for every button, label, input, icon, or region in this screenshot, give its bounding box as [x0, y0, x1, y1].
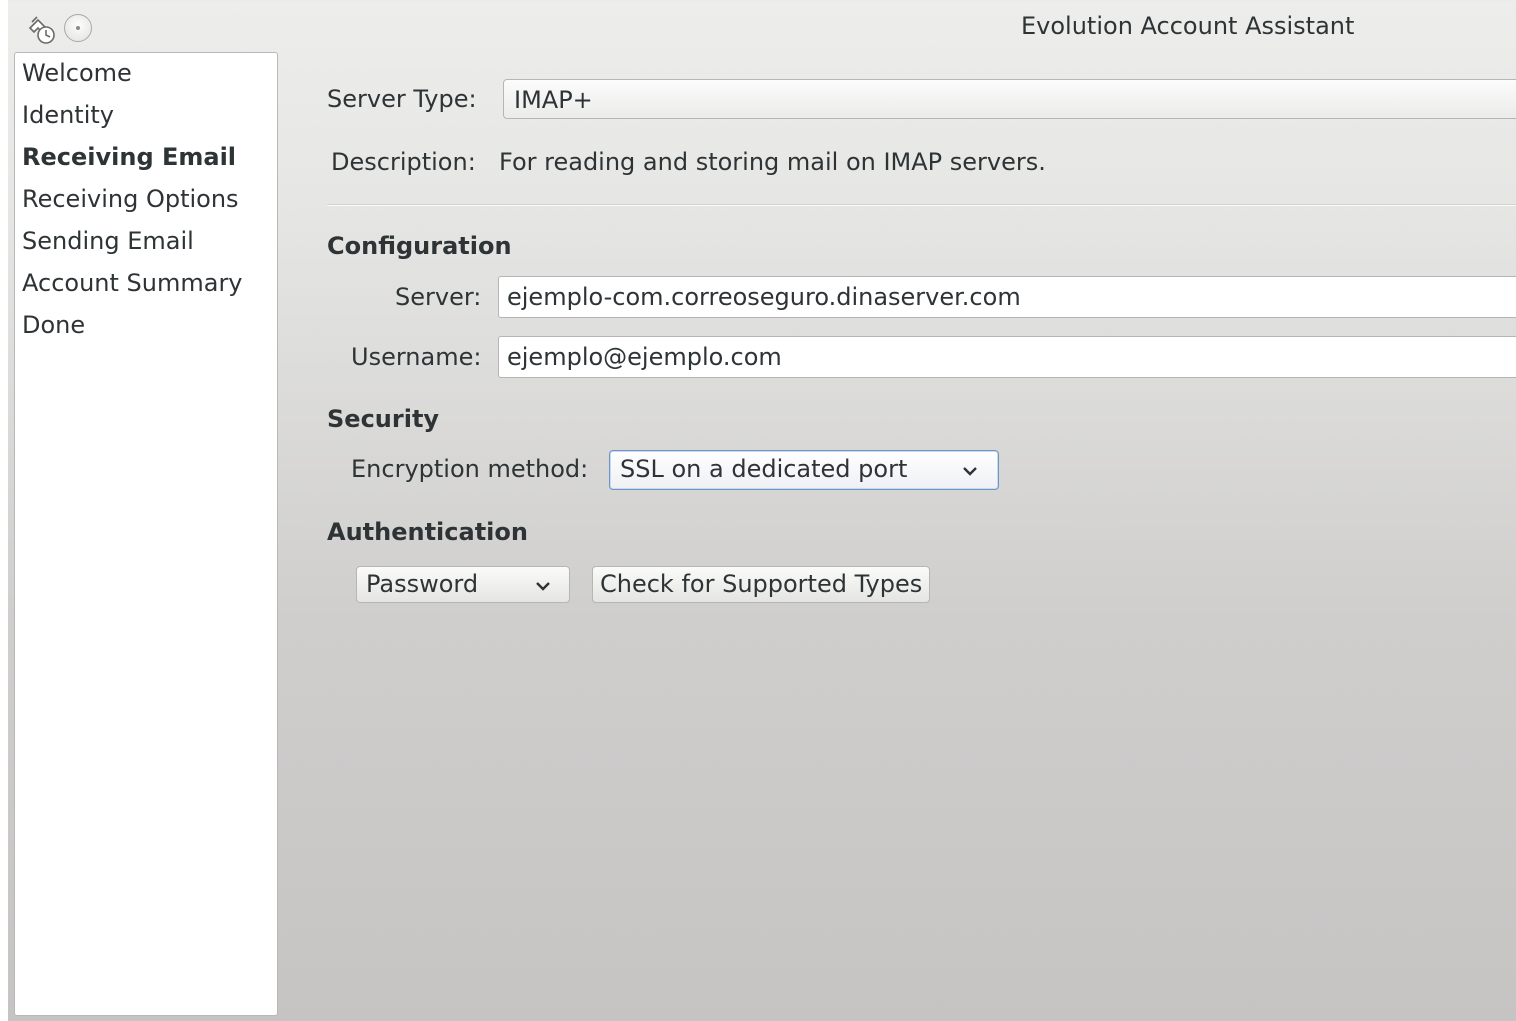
section-separator	[327, 204, 1516, 206]
window-left-edge	[0, 0, 8, 1021]
username-input[interactable]	[507, 342, 1507, 372]
chevron-down-icon	[963, 467, 977, 476]
window-title: Evolution Account Assistant	[1021, 12, 1355, 40]
server-type-value: IMAP+	[514, 86, 593, 114]
server-label: Server:	[395, 283, 482, 311]
step-identity: Identity	[22, 101, 114, 129]
window-menu-dot-icon[interactable]	[64, 14, 92, 42]
description-label: Description:	[331, 148, 476, 176]
titlebar: Evolution Account Assistant	[8, 0, 1516, 56]
server-type-label: Server Type:	[327, 85, 477, 113]
step-welcome: Welcome	[22, 59, 132, 87]
server-type-select[interactable]: IMAP+	[503, 79, 1516, 119]
security-heading: Security	[327, 405, 440, 433]
configuration-heading: Configuration	[327, 232, 512, 260]
step-sending-email: Sending Email	[22, 227, 194, 255]
server-input[interactable]	[507, 282, 1507, 312]
username-label: Username:	[351, 343, 482, 371]
encryption-method-dropdown[interactable]: SSL on a dedicated port	[609, 450, 999, 490]
username-field[interactable]	[498, 336, 1516, 378]
authentication-method-value: Password	[366, 570, 479, 598]
step-receiving-email: Receiving Email	[22, 143, 237, 171]
check-supported-types-button[interactable]: Check for Supported Types	[592, 566, 930, 603]
encryption-method-label: Encryption method:	[351, 455, 589, 483]
step-receiving-options: Receiving Options	[22, 185, 239, 213]
assistant-steps-sidebar: Welcome Identity Receiving Email Receivi…	[14, 52, 278, 1016]
chevron-down-icon	[536, 582, 550, 591]
step-account-summary: Account Summary	[22, 269, 243, 297]
encryption-method-value: SSL on a dedicated port	[620, 455, 908, 483]
authentication-method-dropdown[interactable]: Password	[356, 566, 570, 603]
step-done: Done	[22, 311, 86, 339]
description-value: For reading and storing mail on IMAP ser…	[499, 148, 1046, 176]
check-supported-types-label: Check for Supported Types	[600, 570, 923, 598]
authentication-heading: Authentication	[327, 518, 528, 546]
evolution-settings-icon[interactable]	[24, 12, 60, 48]
server-field[interactable]	[498, 276, 1516, 318]
